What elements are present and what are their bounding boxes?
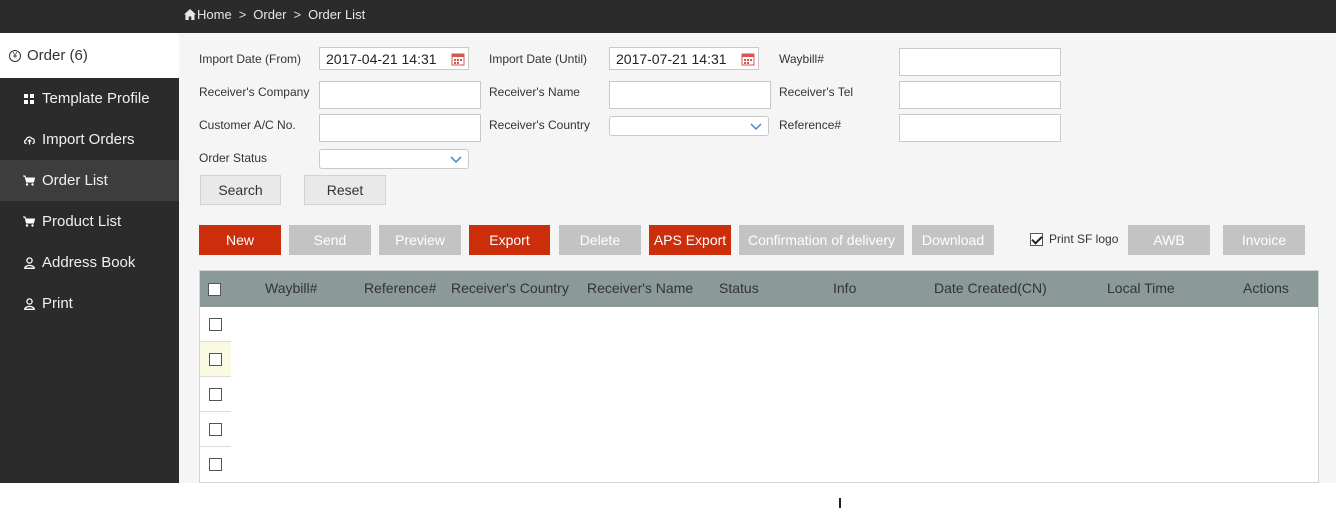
row-checkbox[interactable] xyxy=(209,317,222,331)
download-button[interactable]: Download xyxy=(912,225,994,255)
breadcrumb-order[interactable]: Order xyxy=(253,7,286,22)
sidebar-item-address-book[interactable]: Address Book xyxy=(0,242,179,283)
select-all-checkbox[interactable] xyxy=(208,283,221,296)
grid-icon xyxy=(22,92,36,106)
order-circle-icon: ¥ xyxy=(9,49,21,62)
import-date-from-value: 2017-04-21 14:31 xyxy=(326,50,437,67)
column-header-receiver-name[interactable]: Receiver's Name xyxy=(587,280,693,296)
cart-icon xyxy=(22,215,36,229)
column-header-waybill[interactable]: Waybill# xyxy=(265,280,317,296)
search-button[interactable]: Search xyxy=(200,175,281,205)
sidebar-item-product-list[interactable]: Product List xyxy=(0,201,179,242)
aps-export-button[interactable]: APS Export xyxy=(649,225,731,255)
user-icon xyxy=(22,256,36,270)
import-date-from-label: Import Date (From) xyxy=(199,52,302,66)
column-header-receiver-country[interactable]: Receiver's Country xyxy=(451,280,569,296)
reference-input[interactable] xyxy=(899,114,1061,142)
user-icon xyxy=(22,297,36,311)
sidebar-item-print[interactable]: Print xyxy=(0,283,179,324)
chevron-down-icon xyxy=(450,156,462,164)
receiver-company-label: Receiver's Company xyxy=(199,85,310,99)
print-sf-logo-label: Print SF logo xyxy=(1049,232,1119,246)
sidebar-item-label: Print xyxy=(42,295,73,312)
receiver-country-label: Receiver's Country xyxy=(489,118,590,132)
sidebar-item-import-orders[interactable]: Import Orders xyxy=(0,119,179,160)
order-status-label: Order Status xyxy=(199,151,268,165)
new-button[interactable]: New xyxy=(199,225,281,255)
column-header-info[interactable]: Info xyxy=(833,280,856,296)
breadcrumb-separator: > xyxy=(238,7,247,22)
order-status-select[interactable] xyxy=(319,149,469,169)
print-sf-logo-option[interactable]: Print SF logo xyxy=(1030,232,1118,246)
receiver-name-input[interactable] xyxy=(609,81,771,109)
import-date-until-value: 2017-07-21 14:31 xyxy=(616,50,727,67)
sidebar-item-label: Import Orders xyxy=(42,131,135,148)
table-row[interactable] xyxy=(200,342,231,377)
sidebar-item-order-list[interactable]: Order List xyxy=(0,160,179,201)
breadcrumb: Home > Order > Order List xyxy=(184,7,365,22)
sidebar-header-order[interactable]: ¥ Order (6) xyxy=(0,33,179,78)
import-date-from-input[interactable]: 2017-04-21 14:31 xyxy=(319,47,469,70)
column-header-actions[interactable]: Actions xyxy=(1243,280,1289,296)
sidebar-item-label: Template Profile xyxy=(42,90,150,107)
table-row[interactable] xyxy=(200,307,231,342)
sidebar-header-label: Order (6) xyxy=(27,47,88,64)
receiver-country-select[interactable] xyxy=(609,116,769,136)
calendar-icon[interactable] xyxy=(741,52,755,66)
column-header-local-time[interactable]: Local Time xyxy=(1107,280,1175,296)
send-button[interactable]: Send xyxy=(289,225,371,255)
receiver-name-label: Receiver's Name xyxy=(489,85,580,99)
breadcrumb-current: Order List xyxy=(308,7,366,22)
customer-ac-label: Customer A/C No. xyxy=(199,118,296,132)
row-checkbox[interactable] xyxy=(209,352,222,366)
table-row[interactable] xyxy=(200,412,231,447)
cart-icon xyxy=(22,174,36,188)
receiver-tel-label: Receiver's Tel xyxy=(779,85,854,99)
breadcrumb-separator: > xyxy=(293,7,302,22)
table-row[interactable] xyxy=(200,377,231,412)
reference-label: Reference# xyxy=(779,118,842,132)
home-icon xyxy=(184,9,196,20)
waybill-input[interactable] xyxy=(899,48,1061,76)
column-header-date-created[interactable]: Date Created(CN) xyxy=(934,280,1047,296)
awb-button[interactable]: AWB xyxy=(1128,225,1210,255)
sidebar-item-template-profile[interactable]: Template Profile xyxy=(0,78,179,119)
order-table: Waybill# Reference# Receiver's Country R… xyxy=(199,270,1319,483)
print-sf-logo-checkbox[interactable] xyxy=(1030,232,1043,246)
main-panel: Import Date (From) 2017-04-21 14:31 Impo… xyxy=(179,33,1336,483)
receiver-tel-input[interactable] xyxy=(899,81,1061,109)
customer-ac-input[interactable] xyxy=(319,114,481,142)
receiver-company-input[interactable] xyxy=(319,81,481,109)
export-button[interactable]: Export xyxy=(469,225,550,255)
breadcrumb-home[interactable]: Home xyxy=(197,7,232,22)
sidebar: ¥ Order (6) Template Profile Import Orde… xyxy=(0,33,179,483)
cloud-upload-icon xyxy=(22,133,36,147)
delete-button[interactable]: Delete xyxy=(559,225,641,255)
waybill-label: Waybill# xyxy=(779,52,824,66)
table-row[interactable] xyxy=(200,447,231,482)
chevron-down-icon xyxy=(750,123,762,131)
import-date-until-input[interactable]: 2017-07-21 14:31 xyxy=(609,47,759,70)
row-checkbox[interactable] xyxy=(209,458,222,471)
import-date-until-label: Import Date (Until) xyxy=(489,52,588,66)
sidebar-item-label: Order List xyxy=(42,172,108,189)
sidebar-item-label: Address Book xyxy=(42,254,136,271)
column-header-status[interactable]: Status xyxy=(719,280,759,296)
confirmation-of-delivery-button[interactable]: Confirmation of delivery xyxy=(739,225,904,255)
preview-button[interactable]: Preview xyxy=(379,225,461,255)
text-cursor xyxy=(839,498,841,508)
invoice-button[interactable]: Invoice xyxy=(1223,225,1305,255)
table-header: Waybill# Reference# Receiver's Country R… xyxy=(200,271,1318,307)
calendar-icon[interactable] xyxy=(451,52,465,66)
top-bar: Home > Order > Order List xyxy=(0,0,1336,33)
column-header-reference[interactable]: Reference# xyxy=(364,280,436,296)
reset-button[interactable]: Reset xyxy=(304,175,386,205)
sidebar-item-label: Product List xyxy=(42,213,122,230)
row-checkbox[interactable] xyxy=(209,387,222,401)
row-checkbox[interactable] xyxy=(209,422,222,436)
